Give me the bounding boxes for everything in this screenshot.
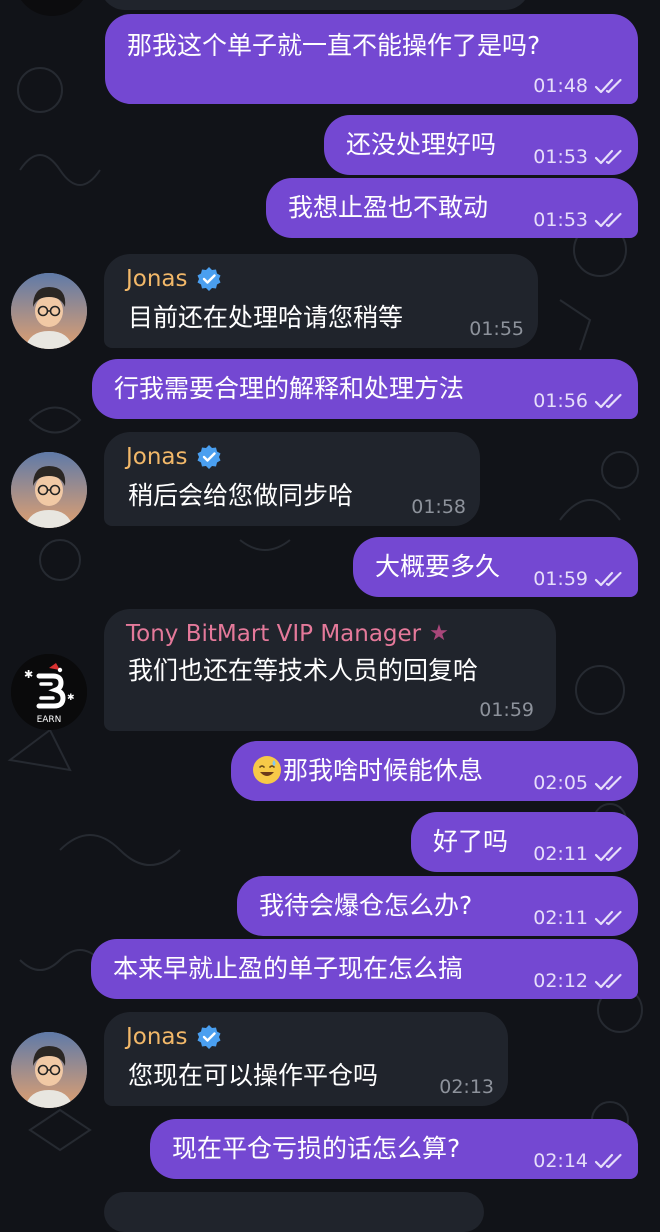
message-time: 01:53 bbox=[533, 146, 588, 168]
partial-incoming-bubble[interactable] bbox=[100, 0, 530, 10]
message-text: 现在平仓亏损的话怎么算? bbox=[172, 1134, 461, 1163]
sender-name: Jonas bbox=[126, 266, 222, 292]
message-time: 01:55 bbox=[469, 318, 524, 340]
message-outgoing[interactable]: 本来早就止盈的单子现在怎么搞 02:12 bbox=[91, 939, 638, 999]
avatar[interactable] bbox=[11, 452, 87, 528]
message-incoming[interactable]: Tony BitMart VIP Manager ★ 我们也还在等技术人员的回复… bbox=[104, 609, 556, 731]
message-time: 01:53 bbox=[533, 209, 588, 231]
sender-label: Jonas bbox=[126, 266, 188, 292]
partial-incoming-bubble[interactable] bbox=[104, 1192, 484, 1232]
sender-label: Tony BitMart VIP Manager bbox=[126, 621, 422, 647]
avatar[interactable]: ✱ ✱ EARN bbox=[11, 654, 87, 730]
message-meta: 01:58 bbox=[411, 496, 466, 518]
message-time: 01:58 bbox=[411, 496, 466, 518]
message-time: 01:59 bbox=[479, 699, 534, 721]
message-meta: 02:13 bbox=[439, 1076, 494, 1098]
message-list[interactable]: 那我这个单子就一直不能操作了是吗? 01:48 还没处理好吗 01:53 我想止… bbox=[0, 0, 660, 1232]
message-time: 02:05 bbox=[533, 772, 588, 794]
verified-badge-icon bbox=[197, 445, 221, 469]
message-outgoing[interactable]: 现在平仓亏损的话怎么算? 02:14 bbox=[150, 1119, 638, 1179]
message-text: 我们也还在等技术人员的回复哈 bbox=[128, 656, 479, 685]
message-text-row: 那我啥时候能休息 bbox=[253, 755, 483, 787]
sender-label: Jonas bbox=[126, 1024, 188, 1050]
message-text: 那我这个单子就一直不能操作了是吗? bbox=[127, 31, 541, 60]
message-text: 好了吗 bbox=[433, 827, 509, 856]
avatar-partial[interactable] bbox=[14, 0, 90, 16]
message-outgoing[interactable]: 我待会爆仓怎么办? 02:11 bbox=[237, 876, 638, 936]
message-meta: 01:53 bbox=[533, 209, 624, 231]
cartoon-man-glasses-avatar bbox=[11, 273, 87, 349]
message-text: 还没处理好吗 bbox=[346, 130, 497, 159]
message-time: 02:14 bbox=[533, 1150, 588, 1172]
sender-name: Jonas bbox=[126, 444, 222, 470]
svg-text:EARN: EARN bbox=[37, 715, 62, 725]
message-meta: 02:12 bbox=[533, 970, 624, 992]
star-icon: ★ bbox=[429, 621, 449, 646]
message-meta: 02:11 bbox=[533, 907, 624, 929]
message-time: 02:11 bbox=[533, 843, 588, 865]
message-outgoing[interactable]: 那我啥时候能休息 02:05 bbox=[231, 741, 638, 801]
double-check-icon bbox=[594, 775, 622, 791]
message-time: 01:56 bbox=[533, 390, 588, 412]
message-time: 02:11 bbox=[533, 907, 588, 929]
message-text: 我待会爆仓怎么办? bbox=[259, 891, 473, 920]
message-meta: 01:56 bbox=[533, 390, 624, 412]
verified-badge-icon bbox=[197, 1025, 221, 1049]
message-outgoing[interactable]: 行我需要合理的解释和处理方法 01:56 bbox=[92, 359, 638, 419]
message-meta: 01:59 bbox=[479, 699, 534, 721]
double-check-icon bbox=[594, 910, 622, 926]
double-check-icon bbox=[594, 846, 622, 862]
svg-text:✱: ✱ bbox=[67, 693, 75, 703]
message-meta: 01:55 bbox=[469, 318, 524, 340]
double-check-icon bbox=[594, 1153, 622, 1169]
message-time: 01:59 bbox=[533, 568, 588, 590]
message-text: 本来早就止盈的单子现在怎么搞 bbox=[113, 954, 464, 983]
sender-label: Jonas bbox=[126, 444, 188, 470]
message-text: 那我啥时候能休息 bbox=[283, 756, 484, 785]
avatar[interactable] bbox=[11, 1032, 87, 1108]
message-meta: 01:48 bbox=[533, 75, 624, 97]
message-outgoing[interactable]: 那我这个单子就一直不能操作了是吗? 01:48 bbox=[105, 14, 638, 104]
message-text: 大概要多久 bbox=[375, 552, 501, 581]
message-text: 我想止盈也不敢动 bbox=[288, 193, 489, 222]
avatar[interactable] bbox=[11, 273, 87, 349]
message-time: 02:13 bbox=[439, 1076, 494, 1098]
message-time: 02:12 bbox=[533, 970, 588, 992]
message-meta: 02:05 bbox=[533, 772, 624, 794]
double-check-icon bbox=[594, 393, 622, 409]
verified-badge-icon bbox=[197, 267, 221, 291]
message-time: 01:48 bbox=[533, 75, 588, 97]
message-text: 稍后会给您做同步哈 bbox=[128, 481, 354, 510]
double-check-icon bbox=[594, 149, 622, 165]
message-meta: 02:14 bbox=[533, 1150, 624, 1172]
message-outgoing[interactable]: 大概要多久 01:59 bbox=[353, 537, 638, 597]
double-check-icon bbox=[594, 571, 622, 587]
bitmart-earn-logo: ✱ ✱ EARN bbox=[11, 654, 87, 730]
sender-name: Tony BitMart VIP Manager ★ bbox=[126, 621, 449, 647]
message-outgoing[interactable]: 还没处理好吗 01:53 bbox=[324, 115, 638, 175]
sweat-smile-emoji bbox=[253, 756, 281, 784]
message-meta: 01:53 bbox=[533, 146, 624, 168]
cartoon-man-glasses-avatar bbox=[11, 452, 87, 528]
double-check-icon bbox=[594, 973, 622, 989]
message-outgoing[interactable]: 好了吗 02:11 bbox=[411, 812, 638, 872]
message-incoming[interactable]: Jonas 稍后会给您做同步哈 01:58 bbox=[104, 432, 480, 526]
message-text: 目前还在处理哈请您稍等 bbox=[128, 303, 404, 332]
double-check-icon bbox=[594, 78, 622, 94]
sender-name: Jonas bbox=[126, 1024, 222, 1050]
message-text: 行我需要合理的解释和处理方法 bbox=[114, 374, 465, 403]
cartoon-man-glasses-avatar bbox=[11, 1032, 87, 1108]
svg-text:✱: ✱ bbox=[24, 668, 33, 681]
message-meta: 02:11 bbox=[533, 843, 624, 865]
double-check-icon bbox=[594, 212, 622, 228]
message-outgoing[interactable]: 我想止盈也不敢动 01:53 bbox=[266, 178, 638, 238]
message-incoming[interactable]: Jonas 您现在可以操作平仓吗 02:13 bbox=[104, 1012, 508, 1106]
message-incoming[interactable]: Jonas 目前还在处理哈请您稍等 01:55 bbox=[104, 254, 538, 348]
message-meta: 01:59 bbox=[533, 568, 624, 590]
message-text: 您现在可以操作平仓吗 bbox=[128, 1061, 379, 1090]
